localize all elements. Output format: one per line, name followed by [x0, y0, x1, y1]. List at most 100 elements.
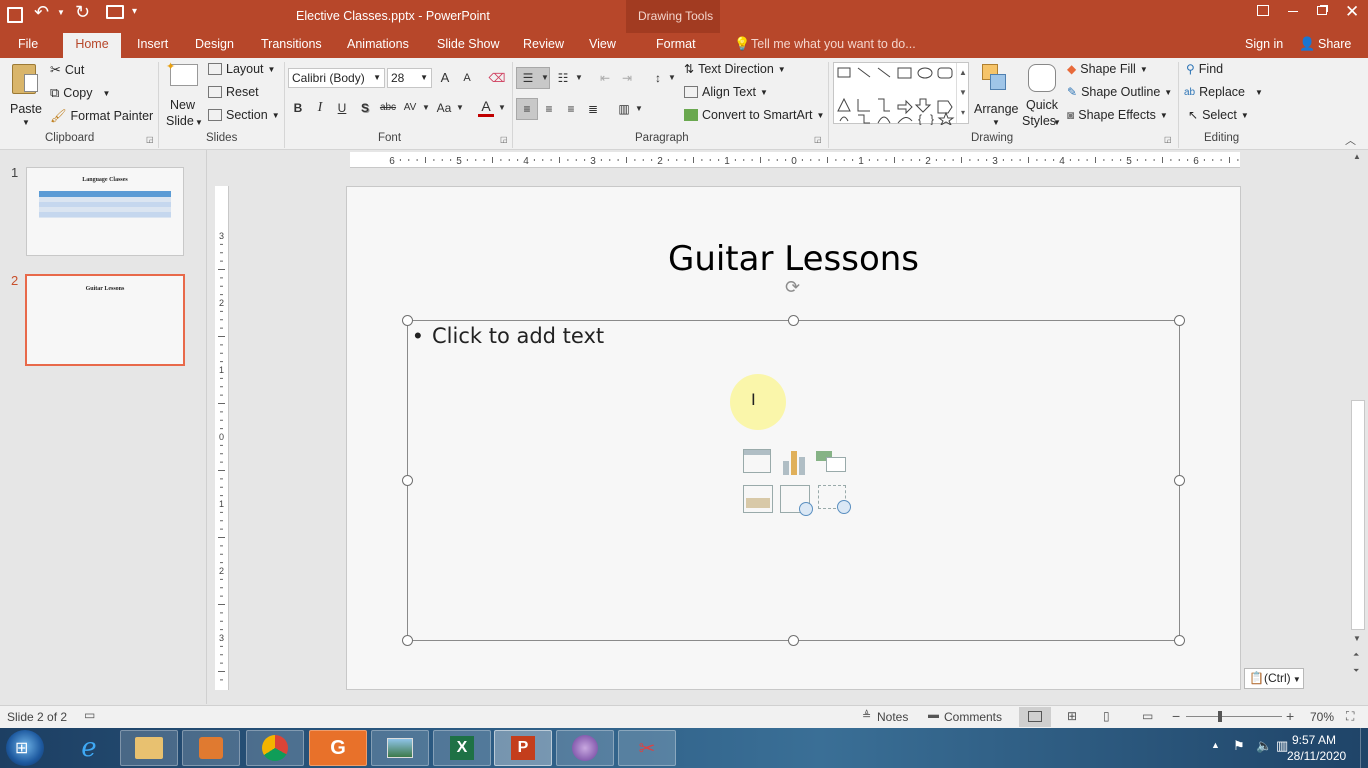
tab-transitions[interactable]: Transitions: [253, 33, 330, 58]
taskbar-powerpoint-icon[interactable]: P: [494, 730, 552, 766]
taskbar-file-explorer-icon[interactable]: [120, 730, 178, 766]
placeholder-text[interactable]: Click to add text: [432, 324, 604, 348]
shape-outline-button[interactable]: ✎ Shape Outline ▼: [1067, 85, 1172, 99]
insert-video-icon[interactable]: [818, 485, 851, 514]
shadow-button[interactable]: S: [355, 98, 375, 118]
scrollbar-thumb[interactable]: [1351, 400, 1365, 630]
insert-chart-icon[interactable]: [780, 449, 808, 475]
increase-indent-icon[interactable]: ⇥: [617, 68, 637, 88]
comments-button[interactable]: Comments: [944, 710, 1002, 724]
vertical-scrollbar[interactable]: ▲ ▼ ⏶ ⏷: [1348, 150, 1368, 705]
bold-button[interactable]: B: [288, 98, 308, 118]
slide-thumbnail-1[interactable]: Language Classes: [26, 167, 184, 256]
zoom-level[interactable]: 70%: [1310, 710, 1334, 724]
taskbar-internet-explorer-icon[interactable]: e: [60, 730, 118, 766]
zoom-in-icon[interactable]: +: [1286, 708, 1294, 724]
replace-button[interactable]: ab Replace ▼: [1184, 85, 1263, 99]
slide-thumbnail-2[interactable]: Guitar Lessons: [25, 274, 185, 366]
convert-smartart-button[interactable]: Convert to SmartArt ▼: [684, 108, 824, 122]
line-spacing-dropdown-icon[interactable]: ▼: [662, 68, 682, 88]
layout-button[interactable]: Layout ▼: [208, 62, 275, 76]
reset-button[interactable]: Reset: [208, 85, 259, 99]
clock-time[interactable]: 9:57 AM: [1292, 733, 1336, 747]
grow-font-icon[interactable]: A: [435, 68, 455, 88]
clipboard-launcher-icon[interactable]: ◲: [146, 135, 154, 144]
slide-sorter-icon[interactable]: ⊞: [1067, 709, 1077, 723]
ribbon-display-options-icon[interactable]: [1257, 5, 1269, 16]
taskbar-media-app-icon[interactable]: [556, 730, 614, 766]
select-button[interactable]: ↖ Select ▼: [1188, 108, 1249, 122]
content-placeholder[interactable]: • Click to add text I: [407, 320, 1180, 641]
shapes-gallery-scroll[interactable]: ▲ ▼ ▾: [956, 63, 969, 123]
resize-handle-right[interactable]: [1174, 475, 1185, 486]
spell-check-icon[interactable]: ▭: [84, 708, 95, 722]
previous-slide-icon[interactable]: ⏶: [1353, 650, 1359, 660]
section-button[interactable]: Section ▼: [208, 108, 280, 122]
clock-date[interactable]: 28/11/2020: [1287, 749, 1346, 763]
resize-handle-bottom[interactable]: [788, 635, 799, 646]
font-name-dropdown-icon[interactable]: ▼: [373, 69, 381, 87]
numbering-dropdown-icon[interactable]: ▼: [569, 68, 589, 88]
tab-view[interactable]: View: [581, 33, 624, 58]
shape-fill-button[interactable]: ◆ Shape Fill ▼: [1067, 62, 1148, 76]
insert-online-picture-icon[interactable]: [780, 485, 813, 516]
slide-show-view-icon[interactable]: ▭: [1142, 709, 1153, 723]
notes-button[interactable]: Notes: [877, 710, 908, 724]
find-button[interactable]: ⚲ Find: [1186, 62, 1223, 76]
arrange-button[interactable]: Arrange ▼: [974, 62, 1018, 128]
start-from-beginning-icon[interactable]: [106, 5, 124, 19]
undo-dropdown-icon[interactable]: ▼: [57, 8, 65, 17]
paste-options-button[interactable]: 📋(Ctrl) ▼: [1244, 668, 1304, 689]
sign-in-link[interactable]: Sign in: [1245, 37, 1283, 51]
restore-icon[interactable]: [1317, 6, 1327, 15]
redo-icon[interactable]: ↻: [75, 2, 90, 23]
font-name-combo[interactable]: Calibri (Body) ▼: [288, 68, 385, 88]
volume-icon[interactable]: 🔈: [1256, 738, 1272, 754]
rotate-handle-icon[interactable]: ⟳: [785, 277, 800, 298]
font-launcher-icon[interactable]: ◲: [500, 135, 508, 144]
taskbar-pdf-reader-icon[interactable]: G: [309, 730, 367, 766]
shape-effects-button[interactable]: ◙ Shape Effects ▼: [1067, 108, 1168, 122]
resize-handle-top-left[interactable]: [402, 315, 413, 326]
resize-handle-top[interactable]: [788, 315, 799, 326]
align-center-icon[interactable]: ≡: [539, 99, 559, 119]
insert-smartart-icon[interactable]: [816, 449, 846, 473]
justify-icon[interactable]: ≣: [583, 99, 603, 119]
resize-handle-bottom-left[interactable]: [402, 635, 413, 646]
format-painter-button[interactable]: 🖌 Format Painter: [50, 108, 153, 124]
tab-insert[interactable]: Insert: [129, 33, 176, 58]
taskbar-media-player-icon[interactable]: [182, 730, 240, 766]
taskbar-photo-viewer-icon[interactable]: [371, 730, 429, 766]
change-case-dropdown-icon[interactable]: ▼: [450, 98, 470, 118]
insert-table-icon[interactable]: [743, 449, 771, 473]
shrink-font-icon[interactable]: A: [457, 68, 477, 88]
paste-button[interactable]: Paste ▼: [8, 62, 44, 128]
decrease-indent-icon[interactable]: ⇤: [595, 68, 615, 88]
taskbar-excel-icon[interactable]: X: [433, 730, 491, 766]
insert-picture-icon[interactable]: [743, 485, 773, 513]
tab-design[interactable]: Design: [187, 33, 242, 58]
tab-animations[interactable]: Animations: [339, 33, 417, 58]
tab-home[interactable]: Home: [63, 33, 121, 58]
next-slide-icon[interactable]: ⏷: [1353, 666, 1359, 676]
zoom-slider-track[interactable]: [1186, 716, 1282, 717]
align-text-button[interactable]: Align Text ▼: [684, 85, 768, 99]
text-direction-button[interactable]: ⇅ Text Direction ▼: [684, 62, 786, 76]
slide-canvas[interactable]: Guitar Lessons ⟳ • Click to add text I: [346, 186, 1241, 690]
resize-handle-bottom-right[interactable]: [1174, 635, 1185, 646]
show-hidden-icons-icon[interactable]: ▲: [1211, 740, 1220, 750]
close-icon[interactable]: ✕: [1345, 2, 1359, 22]
start-button[interactable]: ⊞: [6, 730, 44, 766]
strikethrough-button[interactable]: abc: [376, 98, 400, 118]
cut-button[interactable]: ✂ Cut: [50, 62, 84, 78]
action-center-icon[interactable]: ⚑: [1233, 738, 1245, 754]
zoom-slider-thumb[interactable]: [1217, 711, 1222, 722]
show-desktop-button[interactable]: [1360, 728, 1368, 768]
collapse-ribbon-icon[interactable]: ︿: [1345, 132, 1356, 148]
tab-format[interactable]: Format: [648, 33, 704, 58]
drawing-launcher-icon[interactable]: ◲: [1164, 135, 1172, 144]
resize-handle-left[interactable]: [402, 475, 413, 486]
undo-icon[interactable]: ↶: [34, 2, 49, 23]
new-slide-button[interactable]: ✦ New Slide ▼: [164, 61, 204, 128]
clear-formatting-icon[interactable]: ⌫: [487, 68, 507, 88]
